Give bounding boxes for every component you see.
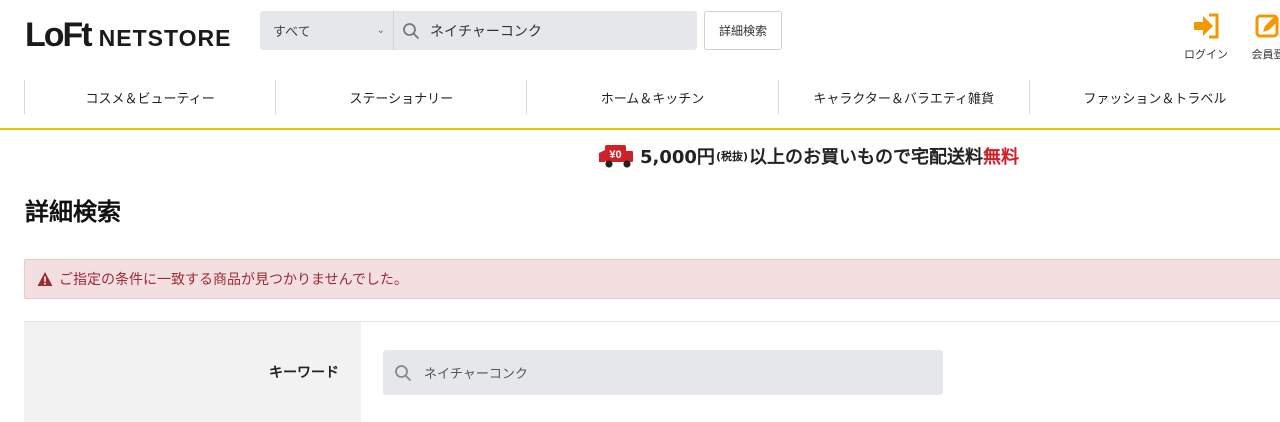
register-label: 会員登 xyxy=(1251,48,1280,61)
shipping-free-label: 無料 xyxy=(983,147,1019,168)
register-icon xyxy=(1255,14,1279,38)
search-icon xyxy=(395,364,411,381)
category-nav: コスメ＆ビューティー ステーショナリー ホーム＆キッチン キャラクター＆バラエテ… xyxy=(0,80,1280,130)
shipping-badge-text: ¥0 xyxy=(609,149,621,161)
page-title: 詳細検索 xyxy=(25,198,121,226)
warning-icon xyxy=(37,272,53,286)
site-logo[interactable]: LoFt NETSTORE xyxy=(25,12,231,52)
keyword-form-row: キーワード xyxy=(24,321,1280,422)
shipping-threshold-amount: 5,000円 xyxy=(640,147,715,168)
no-results-alert: ご指定の条件に一致する商品が見つかりませんでした。 xyxy=(24,259,1280,299)
keyword-field xyxy=(383,350,943,395)
keyword-label-cell: キーワード xyxy=(24,322,361,422)
nav-item-fashion-travel[interactable]: ファッション＆トラベル xyxy=(1028,80,1280,114)
shipping-condition-text: 以上のお買いもので宅配送料 xyxy=(749,147,983,168)
logo-mark: LoFt xyxy=(25,16,93,54)
login-link[interactable]: ログイン xyxy=(1176,12,1236,62)
login-icon xyxy=(1194,13,1219,39)
header-search-bar: すべて ⌄ xyxy=(260,11,697,50)
category-select[interactable]: すべて ⌄ xyxy=(260,11,394,50)
site-header: LoFt NETSTORE すべて ⌄ 詳細検索 ログイン xyxy=(0,0,1280,70)
nav-item-cosme[interactable]: コスメ＆ビューティー xyxy=(24,80,275,114)
header-search-input[interactable] xyxy=(428,14,697,47)
delivery-truck-icon: ¥0 xyxy=(599,145,633,168)
alert-message: ご指定の条件に一致する商品が見つかりませんでした。 xyxy=(59,272,408,288)
login-label: ログイン xyxy=(1184,48,1228,61)
search-icon xyxy=(403,22,419,39)
chevron-down-icon: ⌄ xyxy=(376,25,385,36)
nav-item-home-kitchen[interactable]: ホーム＆キッチン xyxy=(526,80,777,114)
nav-item-character-variety[interactable]: キャラクター＆バラエティ雑貨 xyxy=(777,80,1029,114)
keyword-label: キーワード xyxy=(269,365,339,381)
logo-text: NETSTORE xyxy=(98,25,232,51)
register-link[interactable]: 会員登 xyxy=(1238,12,1280,62)
keyword-input[interactable] xyxy=(422,356,943,389)
category-select-value: すべて xyxy=(273,25,311,40)
nav-item-stationery[interactable]: ステーショナリー xyxy=(275,80,526,114)
free-shipping-banner[interactable]: ¥0 5,000円 (税抜) 以上のお買いもので宅配送料 無料 xyxy=(598,141,1019,171)
advanced-search-button[interactable]: 詳細検索 xyxy=(704,11,782,50)
shipping-tax-note: (税抜) xyxy=(715,150,748,163)
